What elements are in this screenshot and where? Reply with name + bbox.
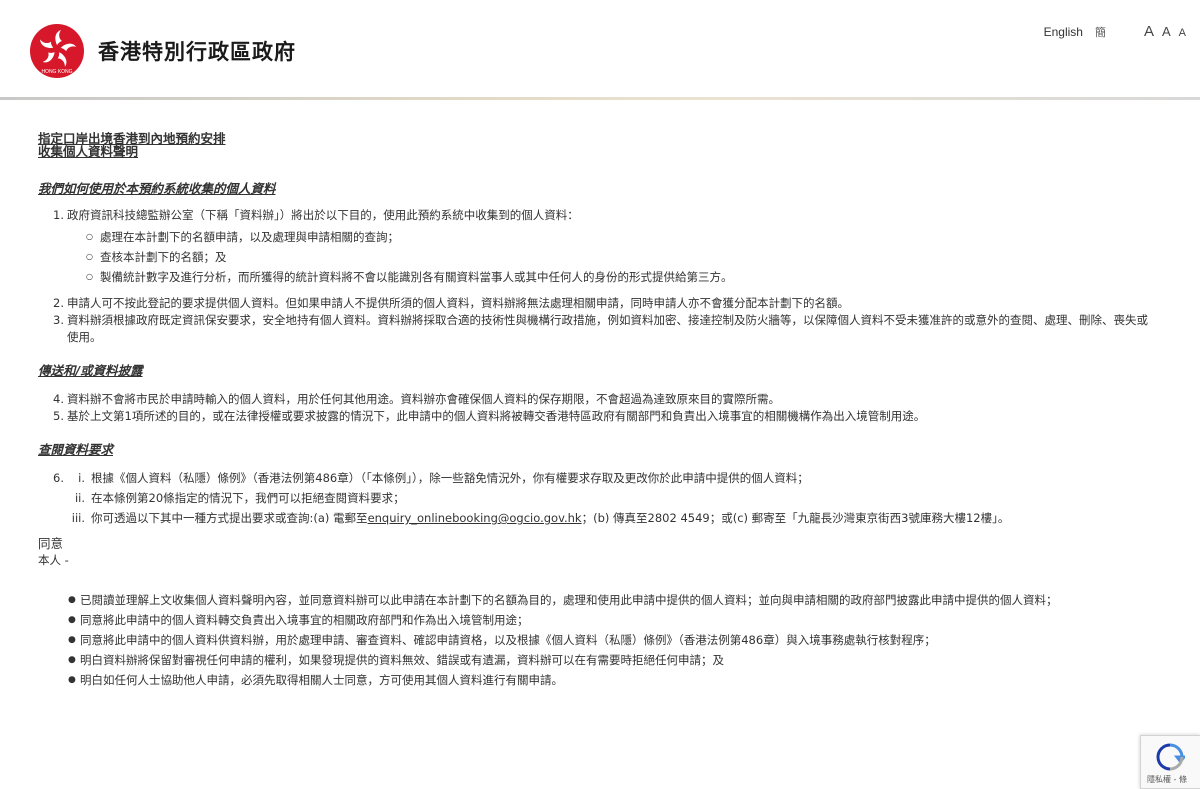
list-text: 資料辦不會將市民於申請時輸入的個人資料，用於任何其他用途。資料辦亦會確保個人資料… [67, 392, 780, 406]
list-item: ● 同意將此申請中的個人資料轉交負責出入境事宜的相關政府部門和作為出入境管制用途； [68, 610, 1148, 630]
bullet-icon: ● [68, 595, 76, 605]
list-text: 同意將此申請中的個人資料供資料辦，用於處理申請、審查資料、確認申請資格，以及根據… [80, 633, 936, 647]
section-heading-access: 查閱資料要求 [38, 442, 114, 457]
language-simplified-link[interactable]: 簡 [1095, 24, 1106, 40]
list-item: 1. 政府資訊科技總監辦公室（下稱「資料辦」）將出於以下目的，使用此預約系統中收… [53, 207, 1148, 224]
contact-text: ；(b) 傳真至2802 4549；或(c) 郵寄至「九龍長沙灣東京街西3號庫務… [581, 511, 1010, 525]
circle-bullet-icon: ○ [86, 232, 93, 241]
access-list: 6. i. 根據《個人資料（私隱）條例》（香港法例第486章）（「本條例」），除… [53, 468, 1148, 528]
page-title: 指定口岸出境香港到內地預約安排 收集個人資料聲明 [38, 132, 1148, 158]
list-item: ● 同意將此申請中的個人資料供資料辦，用於處理申請、審查資料、確認申請資格，以及根… [68, 630, 1148, 650]
list-item: 2. 申請人可不按此登記的要求提供個人資料。但如果申請人不提供所須的個人資料，資… [53, 295, 1148, 312]
list-text: 已閱讀並理解上文收集個人資料聲明內容，並同意資料辦可以此申請在本計劃下的名額為目… [80, 593, 1058, 607]
list-item: ● 已閱讀並理解上文收集個人資料聲明內容，並同意資料辦可以此申請在本計劃下的名額為… [68, 590, 1148, 610]
list-item: ● 明白資料辦將保留對審視任何申請的權利，如果發現提供的資料無效、錯誤或有遺漏，資… [68, 650, 1148, 670]
bullet-icon: ● [68, 675, 76, 685]
list-number: 2. [53, 296, 64, 310]
section-heading-usage: 我們如何使用於本預約系統收集的個人資料 [38, 181, 276, 196]
list-number: 3. [53, 313, 64, 327]
list-item: 4. 資料辦不會將市民於申請時輸入的個人資料，用於任何其他用途。資料辦亦會確保個… [53, 391, 1148, 408]
sublist-text: 處理在本計劃下的名額申請，以及處理與申請相關的查詢； [100, 230, 399, 244]
government-name[interactable]: 香港特別行政區政府 [98, 36, 296, 66]
privacy-statement: 指定口岸出境香港到內地預約安排 收集個人資料聲明 我們如何使用於本預約系統收集的… [38, 132, 1148, 690]
site-header: HONG KONG 香港特別行政區政府 English 簡 A A A [0, 0, 1200, 100]
sublist-item: ○ 處理在本計劃下的名額申請，以及處理與申請相關的查詢； [86, 227, 1148, 247]
roman-numeral: i. [78, 471, 85, 485]
header-divider [0, 97, 1200, 100]
list-item: ii. 在本條例第20條指定的情況下，我們可以拒絕查閱資料要求； [53, 488, 1148, 508]
language-english-link[interactable]: English [1044, 25, 1083, 39]
circle-bullet-icon: ○ [86, 272, 93, 281]
list-item: 6. i. 根據《個人資料（私隱）條例》（香港法例第486章）（「本條例」），除… [53, 468, 1148, 488]
list-text: 明白資料辦將保留對審視任何申請的權利，如果發現提供的資料無效、錯誤或有遺漏，資料… [80, 653, 724, 667]
consent-heading: 同意 [38, 536, 64, 551]
list-number: 1. [53, 208, 64, 222]
roman-numeral: iii. [71, 511, 85, 525]
contact-text: 你可透過以下其中一種方式提出要求或查詢:(a) 電郵至 [91, 511, 368, 525]
list-item: 5. 基於上文第1項所述的目的，或在法律授權或要求披露的情況下，此申請中的個人資… [53, 408, 1148, 425]
consent-list: ● 已閱讀並理解上文收集個人資料聲明內容，並同意資料辦可以此申請在本計劃下的名額為… [68, 590, 1148, 690]
list-item: iii. 你可透過以下其中一種方式提出要求或查詢:(a) 電郵至enquiry_… [53, 508, 1148, 528]
sublist-item: ○ 查核本計劃下的名額；及 [86, 247, 1148, 267]
consent-subheading: 本人 - [38, 553, 69, 567]
recaptcha-privacy-link[interactable]: 隱私權 - 條 [1147, 774, 1187, 785]
list-number: 6. [53, 471, 64, 485]
disclosure-list: 4. 資料辦不會將市民於申請時輸入的個人資料，用於任何其他用途。資料辦亦會確保個… [53, 391, 1148, 425]
roman-numeral: ii. [74, 491, 85, 505]
recaptcha-icon [1156, 743, 1185, 771]
bullet-icon: ● [68, 615, 76, 625]
purpose-sublist: ○ 處理在本計劃下的名額申請，以及處理與申請相關的查詢； ○ 查核本計劃下的名額；及… [86, 227, 1148, 287]
list-item: 3. 資料辦須根據政府既定資訊保安要求，安全地持有個人資料。資料辦將採取合適的技… [53, 312, 1148, 346]
bullet-icon: ● [68, 655, 76, 665]
list-text: 根據《個人資料（私隱）條例》（香港法例第486章）（「本條例」），除一些豁免情況… [91, 471, 809, 485]
page-title-line2: 收集個人資料聲明 [38, 144, 139, 159]
list-text: 基於上文第1項所述的目的，或在法律授權或要求披露的情況下，此申請中的個人資料將被… [67, 409, 926, 423]
list-text: 資料辦須根據政府既定資訊保安要求，安全地持有個人資料。資料辦將採取合適的技術性與… [67, 313, 1148, 344]
list-text: 在本條例第20條指定的情況下，我們可以拒絕查閱資料要求； [91, 491, 405, 505]
list-text: 明白如任何人士協助他人申請，必須先取得相關人士同意，方可使用其個人資料進行有關申… [80, 673, 563, 687]
usage-list: 1. 政府資訊科技總監辦公室（下稱「資料辦」）將出於以下目的，使用此預約系統中收… [53, 207, 1148, 346]
list-number: 4. [53, 392, 64, 406]
recaptcha-badge[interactable]: 隱私權 - 條 [1140, 735, 1200, 789]
sublist-text: 製備統計數字及進行分析，而所獲得的統計資料將不會以能識別各有關資料當事人或其中任… [100, 270, 733, 284]
hksar-emblem-icon[interactable]: HONG KONG [30, 24, 84, 78]
list-text: 同意將此申請中的個人資料轉交負責出入境事宜的相關政府部門和作為出入境管制用途； [80, 613, 529, 627]
font-size-small-button[interactable]: A [1179, 27, 1186, 39]
circle-bullet-icon: ○ [86, 252, 93, 261]
page-title-line1: 指定口岸出境香港到內地預約安排 [38, 131, 226, 146]
font-size-medium-button[interactable]: A [1162, 24, 1171, 39]
list-text: 政府資訊科技總監辦公室（下稱「資料辦」）將出於以下目的，使用此預約系統中收集到的… [67, 208, 579, 222]
list-text: 你可透過以下其中一種方式提出要求或查詢:(a) 電郵至enquiry_onlin… [91, 508, 1148, 528]
logo-text: HONG KONG [41, 69, 72, 75]
list-number: 5. [53, 409, 64, 423]
top-toolbar: English 簡 A A A [1044, 23, 1186, 40]
sublist-text: 查核本計劃下的名額；及 [100, 250, 227, 264]
bullet-icon: ● [68, 635, 76, 645]
enquiry-email-link[interactable]: enquiry_onlinebooking@ogcio.gov.hk [368, 511, 582, 525]
font-size-large-button[interactable]: A [1144, 23, 1154, 40]
list-item: ● 明白如任何人士協助他人申請，必須先取得相關人士同意，方可使用其個人資料進行有關… [68, 670, 1148, 690]
section-heading-disclosure: 傳送和/或資料披露 [38, 363, 143, 378]
sublist-item: ○ 製備統計數字及進行分析，而所獲得的統計資料將不會以能識別各有關資料當事人或其中… [86, 267, 1148, 287]
list-text: 申請人可不按此登記的要求提供個人資料。但如果申請人不提供所須的個人資料，資料辦將… [67, 296, 849, 310]
